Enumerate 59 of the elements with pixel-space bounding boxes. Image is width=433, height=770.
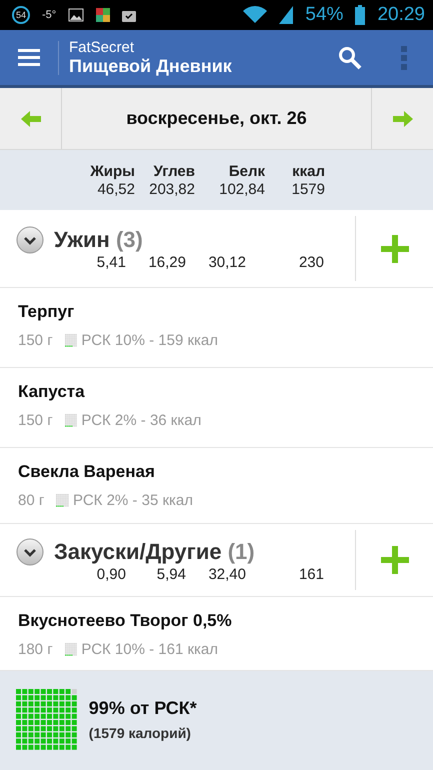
- menu-icon: [18, 48, 40, 66]
- meal-value: 32,40: [207, 566, 246, 582]
- meal-title: Ужин (3): [54, 227, 143, 253]
- rdi-percent: 99% от РСК*: [88, 698, 197, 719]
- column-header: ккал: [291, 162, 325, 180]
- rdi-grid-icon: [64, 334, 78, 347]
- more-icon: [401, 46, 407, 70]
- food-name[interactable]: Вкуснотеево Творог 0,5%: [18, 611, 415, 631]
- calories-total: (1579 калорий): [88, 725, 192, 741]
- rdi-calories: РСК 10% - 159 ккал: [81, 332, 218, 349]
- food-amount: 150 г: [18, 412, 53, 429]
- image-icon: [68, 8, 84, 22]
- food-name[interactable]: Свекла Вареная: [18, 462, 415, 482]
- total-value: 102,84: [218, 180, 265, 198]
- rdi-grid-icon: [64, 643, 78, 656]
- plus-icon: [380, 234, 408, 262]
- meal-value: 161: [298, 566, 324, 582]
- meal-value: 30,12: [207, 254, 246, 271]
- wifi-icon: [243, 6, 268, 24]
- clipboard-check-icon: [122, 8, 136, 22]
- date-label: воскресенье, окт. 26: [125, 107, 308, 130]
- total-value: 1579: [290, 180, 325, 198]
- column-header: Жиры: [89, 162, 135, 180]
- meal-value: 0,90: [96, 566, 126, 582]
- rdi-calories: РСК 2% - 36 ккал: [81, 412, 202, 429]
- app-icon: [96, 8, 110, 22]
- plus-icon: [380, 546, 408, 574]
- rdi-calories: РСК 2% - 35 ккал: [73, 492, 194, 509]
- food-amount: 150 г: [18, 332, 53, 349]
- rdi-grid-icon: [64, 414, 78, 427]
- food-amount: 80 г: [18, 492, 44, 509]
- rdi-grid-icon: [56, 494, 70, 507]
- signal-icon: [279, 6, 294, 24]
- food-name[interactable]: Капуста: [18, 382, 415, 402]
- temperature: -5°: [42, 9, 56, 21]
- chevron-down-icon[interactable]: [16, 226, 44, 254]
- meal-value: 16,29: [147, 254, 186, 271]
- meal-value: 5,41: [96, 254, 126, 271]
- meal-title: Закуски/Другие (1): [54, 538, 255, 564]
- clock: 20:29: [377, 4, 425, 26]
- total-value: 203,82: [148, 180, 195, 198]
- arrow-left-icon: [20, 110, 40, 126]
- battery-icon: [355, 5, 366, 25]
- meal-value: 5,94: [156, 566, 186, 582]
- food-amount: 180 г: [18, 641, 53, 658]
- search-icon: [338, 46, 362, 70]
- meal-value: 230: [298, 254, 324, 271]
- screen-title: Пищевой Дневник: [69, 56, 233, 76]
- chevron-down-icon[interactable]: [16, 538, 44, 566]
- rdi-calories: РСК 10% - 161 ккал: [81, 641, 218, 658]
- battery-percent: 54%: [305, 4, 344, 26]
- rdi-waffle-chart: [16, 689, 77, 750]
- app-name: FatSecret: [69, 38, 136, 56]
- column-header: Углев: [152, 162, 195, 180]
- notification-badge: 54: [12, 6, 30, 24]
- total-value: 46,52: [96, 180, 135, 198]
- food-name[interactable]: Терпуг: [18, 302, 415, 322]
- arrow-right-icon: [392, 110, 412, 126]
- column-header: Белк: [228, 162, 265, 180]
